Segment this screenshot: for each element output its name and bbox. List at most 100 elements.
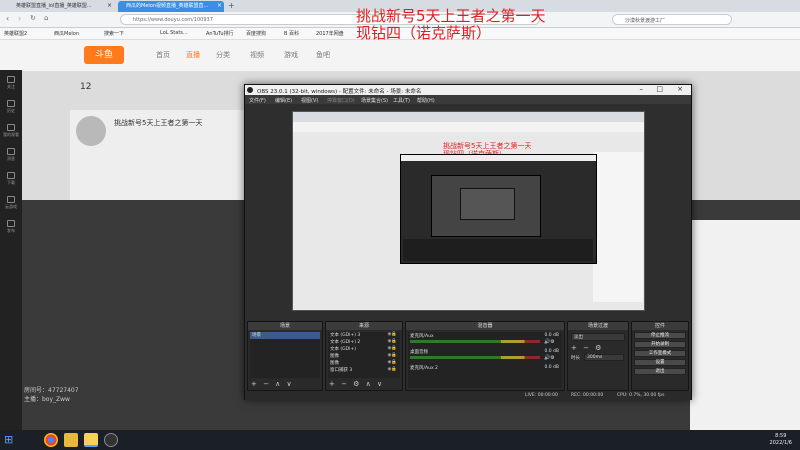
avatar[interactable]	[76, 116, 106, 146]
close-icon[interactable]: ×	[677, 85, 683, 93]
sidebar-label: 我的观看	[3, 132, 19, 137]
forward-icon[interactable]: ›	[18, 14, 21, 23]
bookmark-item[interactable]: AnTuTu排行	[206, 30, 234, 37]
source-item[interactable]: 文本 (GDI+) ◉🔒	[328, 346, 400, 353]
bookmark-item[interactable]: 西瓜Melon	[54, 30, 79, 37]
visibility-icon[interactable]: ◉🔒	[387, 332, 397, 337]
chrome-icon[interactable]	[44, 433, 58, 447]
nav-category[interactable]: 分类	[216, 50, 230, 60]
new-tab-icon[interactable]: +	[228, 1, 235, 10]
close-icon[interactable]: ×	[217, 2, 222, 9]
bookmark-item[interactable]: 英雄联盟2	[4, 30, 27, 37]
menu-docks[interactable]: 停靠窗口(D)	[327, 97, 355, 104]
nested-docks	[403, 239, 593, 261]
scenes-header: 场景	[248, 322, 322, 330]
duration-input[interactable]: 300ms	[584, 354, 624, 361]
nav-live[interactable]: 直播	[186, 50, 200, 60]
sidebar-item-messages[interactable]: 消息	[3, 148, 19, 166]
mixer-header: 混音器	[406, 322, 564, 330]
browser-tab-active[interactable]: 西瓜的Melon视频直播_英雄联盟直... ×	[118, 1, 224, 12]
room-owner: 主播：boy_Zww	[24, 396, 70, 403]
search-input[interactable]: 沙漠秋景渡游工厂	[612, 14, 732, 25]
stop-streaming-button[interactable]: 停止推流	[634, 332, 686, 339]
sidebar-item-history[interactable]: 历史	[3, 100, 19, 118]
volume-meter[interactable]	[410, 356, 540, 359]
browser-tab[interactable]: 英雄联盟直播_lol直播_英雄联盟... ×	[8, 1, 114, 12]
menu-edit[interactable]: 编辑(E)	[275, 97, 292, 104]
menu-help[interactable]: 帮助(H)	[417, 97, 435, 104]
source-label: 图像	[330, 361, 339, 366]
visibility-icon[interactable]: ◉🔒	[387, 353, 397, 358]
bookmark-item[interactable]: 2017年网盘	[316, 30, 344, 37]
sources-header: 来源	[326, 322, 402, 330]
app-icon[interactable]	[84, 433, 98, 447]
menu-tools[interactable]: 工具(T)	[393, 97, 410, 104]
sidebar-label: 下载	[7, 180, 15, 185]
rec-time: REC: 00:00:00	[571, 393, 604, 398]
visibility-icon[interactable]: ◉🔒	[387, 346, 397, 351]
sidebar-item-watching[interactable]: 我的观看	[3, 124, 19, 142]
channel-name: 麦克风/Aux	[410, 334, 434, 339]
nested-obs-2	[431, 175, 541, 237]
nav-home[interactable]: 首页	[156, 50, 170, 60]
controls-dock: 控件 停止推流 开始录制 工作室模式 设置 退出	[631, 321, 689, 391]
transitions-dock: 场景过渡 淡出 + − ⚙ 时长 300ms	[567, 321, 629, 391]
scene-item[interactable]: 场景	[250, 332, 320, 339]
site-logo[interactable]: 斗鱼	[84, 46, 124, 64]
nav-fishbar[interactable]: 鱼吧	[316, 50, 330, 60]
close-icon[interactable]: ×	[107, 2, 112, 9]
home-icon[interactable]: ⌂	[44, 14, 48, 22]
nav-games[interactable]: 游戏	[284, 50, 298, 60]
sources-toolbar[interactable]: + − ⚙ ∧ ∨	[329, 380, 384, 388]
source-item[interactable]: 文本 (GDI+) 2 ◉🔒	[328, 339, 400, 346]
menu-view[interactable]: 视图(V)	[301, 97, 318, 104]
bookmark-item[interactable]: LoL Stats...	[160, 30, 188, 36]
source-item[interactable]: 窗口捕获 3 ◉🔒	[328, 367, 400, 374]
source-item[interactable]: 图像 ◉🔒	[328, 353, 400, 360]
obs-preview[interactable]: 挑战新号5天上王者之第一天 现钻四（诺克萨斯）	[292, 111, 645, 311]
visibility-icon[interactable]: ◉🔒	[387, 360, 397, 365]
scenes-toolbar[interactable]: + − ∧ ∨	[251, 380, 294, 388]
visibility-icon[interactable]: ◉🔒	[387, 339, 397, 344]
menu-scene-collection[interactable]: 场景集合(S)	[361, 97, 388, 104]
sidebar-item-publish[interactable]: 发布	[3, 220, 19, 238]
obs-menu-bar: 文件(F) 编辑(E) 视图(V) 停靠窗口(D) 场景集合(S) 工具(T) …	[245, 95, 691, 104]
transition-select[interactable]: 淡出	[571, 333, 625, 341]
source-item[interactable]: 文本 (GDI+) 3 ◉🔒	[328, 332, 400, 339]
clock[interactable]: 8:59 2022/1/6	[770, 433, 792, 447]
sidebar-item-download[interactable]: 下载	[3, 172, 19, 190]
minimize-icon[interactable]: –	[640, 85, 644, 93]
sources-list: 文本 (GDI+) 3 ◉🔒 文本 (GDI+) 2 ◉🔒 文本 (GDI+) ◉🔒 …	[328, 332, 400, 378]
source-label: 窗口捕获 3	[330, 368, 353, 373]
bookmark-item[interactable]: 搜索一下	[104, 30, 124, 37]
sidebar-item-cloud-game[interactable]: 云游戏	[3, 196, 19, 214]
folder-icon[interactable]	[64, 433, 78, 447]
clock-icon	[7, 100, 15, 107]
exit-button[interactable]: 退出	[634, 368, 686, 375]
menu-file[interactable]: 文件(F)	[249, 97, 266, 104]
bookmark-item[interactable]: 百度搜狗	[246, 30, 266, 37]
captured-chat	[593, 152, 643, 302]
transition-toolbar[interactable]: + − ⚙	[571, 344, 603, 352]
refresh-icon[interactable]: ↻	[30, 14, 36, 22]
start-recording-button[interactable]: 开始录制	[634, 341, 686, 348]
left-sidebar: 关注 历史 我的观看 消息 下载 云游戏 发布	[0, 70, 22, 430]
sidebar-label: 消息	[7, 156, 15, 161]
back-icon[interactable]: ‹	[6, 14, 9, 23]
sidebar-item-follow[interactable]: 关注	[3, 76, 19, 94]
maximize-icon[interactable]: □	[656, 85, 663, 93]
transitions-header: 场景过渡	[568, 322, 628, 330]
channel-db: 0.0 dB	[544, 333, 559, 338]
speaker-icon[interactable]: 🔊⚙	[544, 339, 560, 345]
source-item[interactable]: 图像 ◉🔒	[328, 360, 400, 367]
volume-meter[interactable]	[410, 340, 540, 343]
obs-icon[interactable]	[104, 433, 118, 447]
bookmark-item[interactable]: B 百科	[284, 30, 299, 37]
start-icon[interactable]: ⊞	[4, 433, 18, 447]
settings-button[interactable]: 设置	[634, 359, 686, 366]
visibility-icon[interactable]: ◉🔒	[387, 367, 397, 372]
nav-video[interactable]: 视频	[250, 50, 264, 60]
studio-mode-button[interactable]: 工作室模式	[634, 350, 686, 357]
speaker-icon[interactable]: 🔊⚙	[544, 355, 560, 361]
mixer-channel: 桌面音频 0.0 dB 🔊⚙	[408, 348, 562, 364]
